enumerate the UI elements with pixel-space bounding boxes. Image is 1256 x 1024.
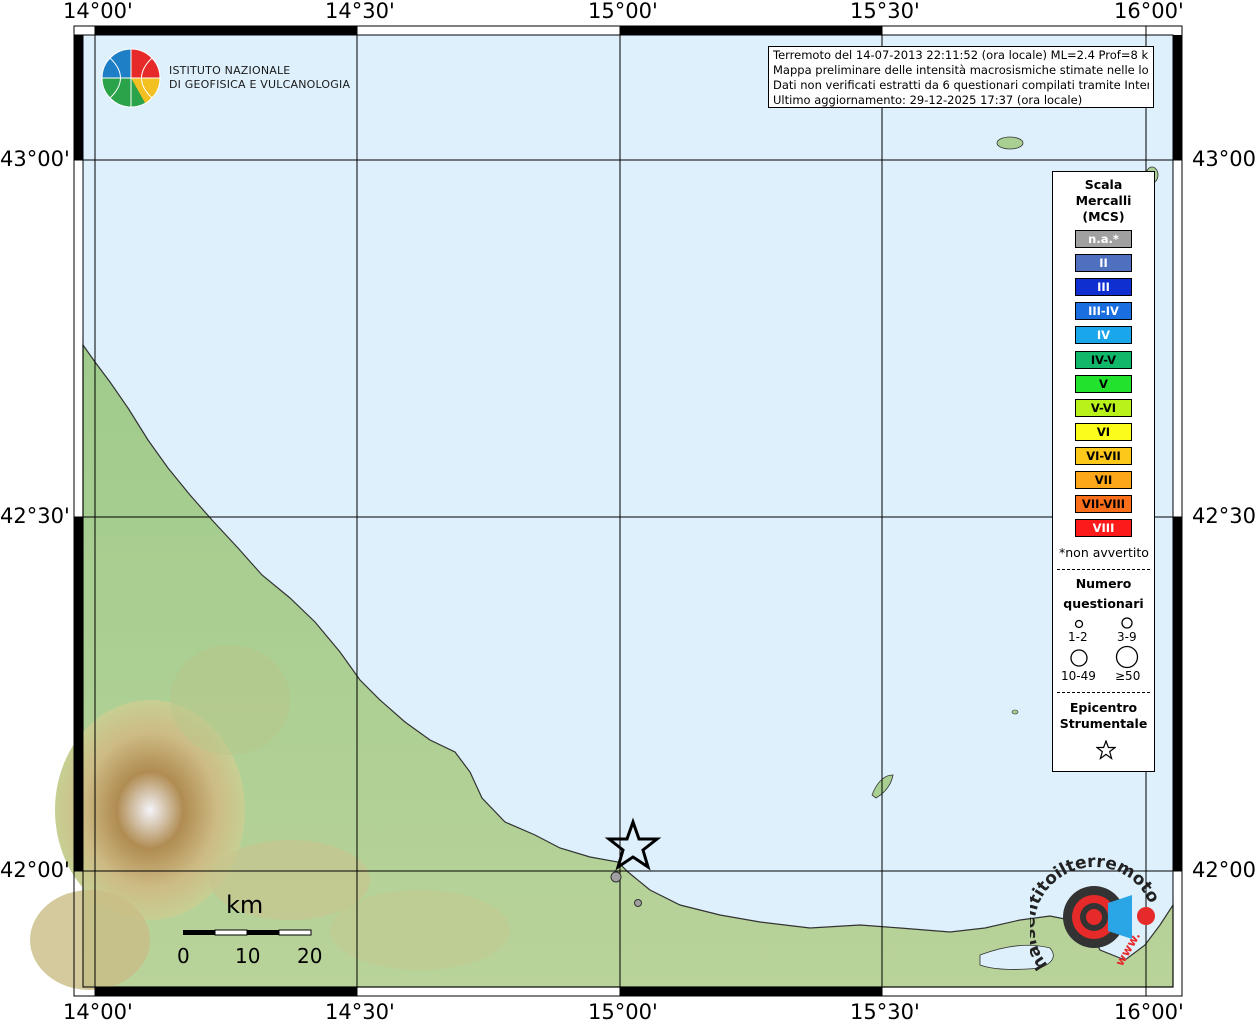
intensity-swatch: III-IV — [1075, 302, 1132, 321]
event-info-box: Terremoto del 14-07-2013 22:11:52 (ora l… — [768, 46, 1154, 108]
intensity-swatch: VII-VIII — [1075, 495, 1132, 514]
star-icon — [1096, 740, 1116, 760]
lon-label-bottom: 14°30' — [325, 1000, 395, 1024]
lon-label-bottom: 16°00' — [1114, 1000, 1184, 1024]
locality-point — [610, 871, 622, 883]
lon-label-top: 16°00' — [1114, 0, 1184, 23]
lon-label-top: 14°30' — [325, 0, 395, 23]
intensity-swatch: V-VI — [1075, 398, 1132, 417]
lat-label-right: 42°00' — [1192, 858, 1256, 882]
intensity-swatch: VII — [1075, 471, 1132, 489]
scale-unit: km — [226, 891, 264, 919]
intensity-swatch: III — [1075, 278, 1132, 297]
lat-label-right: 43°00' — [1192, 147, 1256, 171]
intensity-swatch: II — [1075, 254, 1132, 273]
lon-label-top: 15°00' — [588, 0, 658, 23]
intensity-swatch: VI-VII — [1075, 446, 1132, 465]
size-label: 10-49 — [1061, 669, 1096, 683]
scale-tick: 0 — [177, 944, 190, 968]
legend-title: Scala Mercalli (MCS) — [1075, 177, 1132, 224]
lat-label-left: 43°00' — [0, 147, 70, 171]
info-line: Ultimo aggiornamento: 29-12-2025 17:37 (… — [773, 93, 1083, 107]
lat-label-right: 42°30' — [1192, 504, 1256, 528]
lat-label-left: 42°30' — [0, 504, 70, 528]
scale-tick: 10 — [235, 944, 261, 968]
info-line: Dati non verificati estratti da 6 questi… — [773, 78, 1149, 92]
tremiti-island — [996, 136, 1024, 150]
size-label: 3-9 — [1117, 630, 1137, 644]
ingv-globe-logo — [101, 48, 161, 108]
questionnaires-title: Numero questionari — [1063, 576, 1144, 611]
badge-www: www. — [1112, 929, 1143, 968]
intensity-swatch: IV — [1075, 326, 1132, 345]
intensity-swatch: VIII — [1075, 519, 1132, 538]
size-label: 1-2 — [1068, 630, 1088, 644]
info-line: Mappa preliminare delle intensità macros… — [773, 63, 1149, 77]
intensity-swatch: VI — [1075, 422, 1132, 441]
epicenter-title: Epicentro Strumentale — [1059, 700, 1148, 731]
intensity-swatch: n.a.* — [1075, 230, 1132, 248]
intensity-swatch: IV-V — [1075, 350, 1132, 369]
locality-point — [634, 899, 642, 907]
badge-text: haisentitoilterremoto.it — [1030, 855, 1160, 974]
info-line: Terremoto del 14-07-2013 22:11:52 (ora l… — [773, 48, 1149, 62]
lat-label-left: 42°00' — [0, 858, 70, 882]
intensity-legend: Scala Mercalli (MCS) n.a.* II III III-IV IV I… — [1052, 171, 1155, 772]
haisentito-badge-text: haisentitoilterremoto.it www. — [1030, 855, 1160, 974]
lon-label-bottom: 14°00' — [63, 1000, 133, 1024]
lon-label-top: 15°30' — [850, 0, 920, 23]
intensity-swatch: V — [1075, 374, 1132, 393]
svg-text:haisentitoilterremoto.it: haisentitoilterremoto.it — [1030, 855, 1160, 974]
scale-tick: 20 — [297, 944, 323, 968]
lon-label-bottom: 15°00' — [588, 1000, 658, 1024]
size-label: ≥50 — [1115, 669, 1141, 683]
scale-bar — [183, 929, 312, 936]
institute-name: ISTITUTO NAZIONALE DI GEOFISICA E VULCAN… — [169, 64, 351, 91]
lon-label-bottom: 15°30' — [850, 1000, 920, 1024]
lon-label-top: 14°00' — [63, 0, 133, 23]
legend-note: *non avvertito — [1059, 545, 1149, 560]
